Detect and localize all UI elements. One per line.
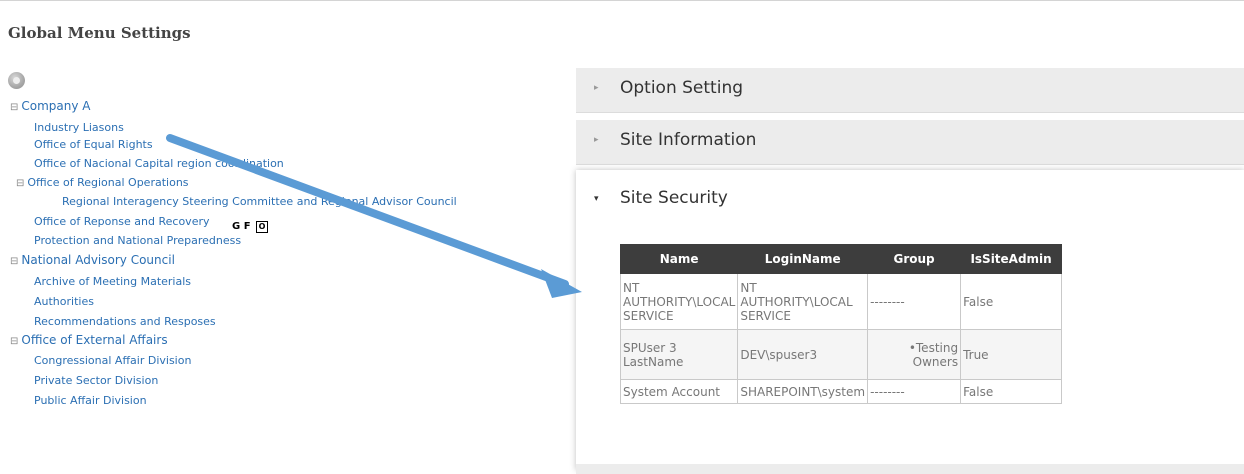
- site-security-title[interactable]: Site Security: [620, 188, 728, 208]
- tree-node-public-affair[interactable]: Public Affair Division: [34, 394, 147, 407]
- column-header-name: Name: [619, 244, 739, 274]
- tree-node-label[interactable]: National Advisory Council: [21, 253, 175, 267]
- chevron-right-icon: ▸: [594, 135, 599, 145]
- collapse-icon[interactable]: ⊟: [16, 178, 24, 189]
- tree-node-congressional[interactable]: Congressional Affair Division: [34, 354, 191, 367]
- cell-group: --------: [867, 273, 962, 330]
- tree-node-industry-liasons[interactable]: Industry Liasons: [34, 121, 124, 134]
- cell-name: NT AUTHORITY\LOCAL SERVICE: [619, 273, 739, 330]
- table-header-row: Name LoginName Group IsSiteAdmin: [619, 244, 1063, 274]
- page-title: Global Menu Settings: [8, 24, 191, 42]
- tree-node-label[interactable]: Protection and National Preparedness: [34, 234, 241, 247]
- tree-node-archive[interactable]: Archive of Meeting Materials: [34, 275, 191, 288]
- tree-node-external-affairs[interactable]: ⊟ Office of External Affairs: [10, 334, 168, 348]
- gear-icon[interactable]: [8, 72, 25, 89]
- g-control[interactable]: G: [232, 221, 240, 232]
- cell-admin: False: [960, 379, 1063, 404]
- tree-node-label[interactable]: Office of Reponse and Recovery: [34, 215, 210, 228]
- settings-accordion: ▸ Option Setting ▸ Site Information ▾ Si…: [576, 68, 1244, 474]
- chevron-right-icon: ▸: [594, 83, 599, 93]
- table-row: SPUser 3 LastName DEV\spuser3 Testing Ow…: [619, 329, 1063, 380]
- chevron-down-icon[interactable]: ▾: [594, 194, 599, 204]
- tree-node-label[interactable]: Office of Equal Rights: [34, 138, 153, 151]
- group-list: Testing Owners: [870, 341, 958, 369]
- tree-node-equal-rights[interactable]: Office of Equal Rights: [34, 138, 153, 151]
- tree-node-label[interactable]: Company A: [21, 99, 90, 113]
- cell-group: --------: [867, 379, 962, 404]
- node-controls: G F O: [232, 221, 269, 233]
- tree-node-response-recovery[interactable]: Office of Reponse and Recovery: [34, 215, 210, 228]
- accordion-bottom-header[interactable]: [576, 464, 1244, 474]
- tree-node-label[interactable]: Archive of Meeting Materials: [34, 275, 191, 288]
- cell-admin: True: [960, 329, 1063, 380]
- site-security-panel: ▾ Site Security Name LoginName Group IsS…: [576, 170, 1244, 470]
- tree-node-company-a[interactable]: ⊟ Company A: [10, 100, 91, 114]
- column-header-issiteadmin: IsSiteAdmin: [960, 244, 1063, 274]
- site-information-title: Site Information: [620, 130, 757, 150]
- tree-node-label[interactable]: Public Affair Division: [34, 394, 147, 407]
- table-row: System Account SHAREPOINT\system -------…: [619, 379, 1063, 404]
- option-setting-header[interactable]: ▸ Option Setting: [576, 68, 1244, 113]
- tree-node-label[interactable]: Authorities: [34, 295, 94, 308]
- tree-node-protection[interactable]: Protection and National Preparedness: [34, 234, 241, 247]
- collapse-icon[interactable]: ⊟: [10, 256, 18, 267]
- collapse-icon[interactable]: ⊟: [10, 102, 18, 113]
- cell-login: NT AUTHORITY\LOCAL SERVICE: [737, 273, 869, 330]
- group-list-item: Testing Owners: [870, 341, 958, 369]
- tree-node-label[interactable]: Congressional Affair Division: [34, 354, 191, 367]
- column-header-loginname: LoginName: [737, 244, 869, 274]
- cell-admin: False: [960, 273, 1063, 330]
- site-information-header[interactable]: ▸ Site Information: [576, 120, 1244, 165]
- tree-node-label[interactable]: Regional Interagency Steering Committee …: [62, 195, 457, 208]
- option-setting-title: Option Setting: [620, 78, 744, 98]
- table-row: NT AUTHORITY\LOCAL SERVICE NT AUTHORITY\…: [619, 273, 1063, 330]
- o-control-icon[interactable]: O: [256, 221, 269, 233]
- site-security-table: Name LoginName Group IsSiteAdmin NT AUTH…: [619, 244, 1063, 404]
- tree-node-label[interactable]: Recommendations and Resposes: [34, 315, 216, 328]
- tree-node-label[interactable]: Industry Liasons: [34, 121, 124, 134]
- tree-node-label[interactable]: Office of Regional Operations: [27, 176, 188, 189]
- cell-group: Testing Owners: [867, 329, 962, 380]
- tree-node-national-advisory[interactable]: ⊟ National Advisory Council: [10, 254, 175, 268]
- tree-node-label[interactable]: Office of External Affairs: [21, 333, 167, 347]
- top-divider: [0, 0, 1244, 1]
- tree-node-regional-operations[interactable]: ⊟ Office of Regional Operations: [16, 176, 189, 190]
- tree-node-label[interactable]: Private Sector Division: [34, 374, 158, 387]
- cell-login: DEV\spuser3: [737, 329, 869, 380]
- tree-node-authorities[interactable]: Authorities: [34, 295, 94, 308]
- cell-name: System Account: [619, 379, 739, 404]
- column-header-group: Group: [867, 244, 962, 274]
- tree-node-regional-interagency[interactable]: Regional Interagency Steering Committee …: [62, 195, 457, 208]
- collapse-icon[interactable]: ⊟: [10, 336, 18, 347]
- tree-node-private-sector[interactable]: Private Sector Division: [34, 374, 158, 387]
- f-control[interactable]: F: [244, 221, 251, 232]
- tree-node-capital-region[interactable]: Office of Nacional Capital region coordi…: [34, 157, 284, 170]
- cell-login: SHAREPOINT\system: [737, 379, 869, 404]
- tree-node-label[interactable]: Office of Nacional Capital region coordi…: [34, 157, 284, 170]
- menu-tree: ⊟ Company A Industry Liasons Office of Eq…: [0, 70, 580, 470]
- tree-node-recommendations[interactable]: Recommendations and Resposes: [34, 315, 216, 328]
- cell-name: SPUser 3 LastName: [619, 329, 739, 380]
